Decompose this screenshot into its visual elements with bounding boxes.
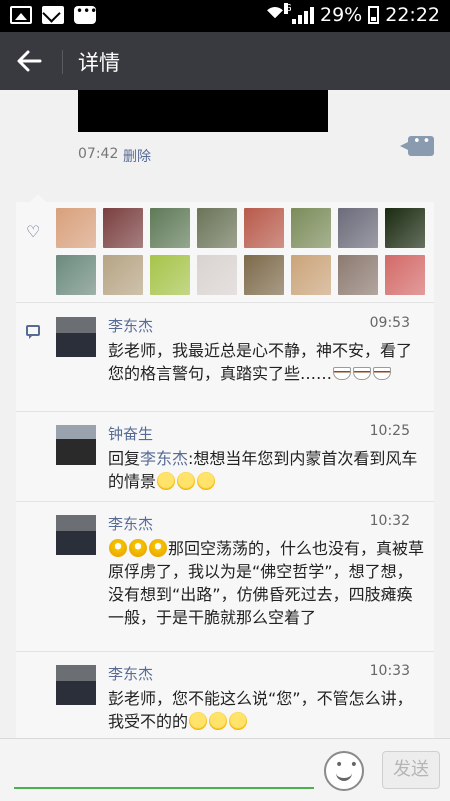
liker-avatar[interactable] [103, 255, 143, 295]
smile-emoji-icon [229, 712, 248, 730]
battery-icon [368, 6, 380, 24]
back-arrow-icon [17, 50, 42, 72]
interaction-panel: ♡ 李东杰 09:53 彭老师，我最近总是心不静，神不安，看了您的格言警句，真踏… [16, 202, 434, 738]
comment-item[interactable]: 李东杰 09:53 彭老师，我最近总是心不静，神不安，看了您的格言警句，真踏实了… [16, 303, 434, 412]
smile-emoji-icon [177, 472, 196, 490]
comment-input[interactable] [14, 749, 314, 787]
liker-avatar[interactable] [56, 255, 96, 295]
network-type-label: G [284, 3, 292, 14]
liker-avatar[interactable] [244, 255, 284, 295]
smile-emoji-icon [189, 712, 208, 730]
liker-avatar[interactable] [197, 255, 237, 295]
comment-time: 10:25 [369, 423, 410, 439]
commenter-name[interactable]: 李东杰 [108, 663, 153, 684]
smile-emoji-icon [209, 712, 228, 730]
comment-input-bar: 发送 [0, 738, 450, 801]
panel-arrow [30, 194, 46, 202]
chat-notification-icon [74, 4, 97, 24]
commenter-name[interactable]: 钟奋生 [108, 423, 153, 444]
post-image[interactable] [78, 90, 328, 132]
comment-item[interactable]: 李东杰 10:33 彭老师，您不能这么说“您”，不管怎么讲，我受不的的 [16, 651, 434, 738]
smile-emoji-icon [197, 472, 216, 490]
emoji-group [108, 539, 168, 558]
liker-avatar[interactable] [103, 208, 143, 248]
emoji-group [188, 712, 248, 731]
commenter-name[interactable]: 李东杰 [108, 315, 153, 336]
moment-detail: 07:42 删除 ♡ 李东杰 09:53 彭老师，我最近总是心不静，神不安，看了… [0, 90, 450, 738]
cup-emoji-icon [373, 367, 392, 380]
liker-avatar[interactable] [291, 208, 331, 248]
heart-icon: ♡ [26, 222, 41, 241]
input-underline [14, 787, 314, 789]
comment-text: 回复李东杰:想想当年您到内蒙首次看到风车的情景 [108, 447, 426, 493]
comment-text: 彭老师，我最近总是心不静，神不安，看了您的格言警句，真踏实了些…… [108, 339, 426, 385]
image-notification-icon [10, 6, 32, 24]
avatar[interactable] [56, 425, 96, 465]
send-button[interactable]: 发送 [382, 751, 440, 789]
battery-percent: 29% [320, 4, 363, 26]
comment-text: 那回空荡荡的，什么也没有，真被草原俘虏了，我以为是“佛空哲学”，想了想，没有想到… [108, 537, 426, 629]
smile-emoji-icon [157, 472, 176, 490]
emoji-group [332, 364, 392, 383]
likes-section: ♡ [16, 202, 434, 303]
comment-time: 10:32 [369, 513, 410, 529]
liker-avatar[interactable] [150, 208, 190, 248]
liker-avatars [56, 208, 425, 295]
emoji-group [156, 472, 216, 491]
page-title: 详情 [78, 51, 120, 75]
status-bar: G 29% 22:22 [0, 0, 450, 32]
liker-avatar[interactable] [338, 255, 378, 295]
comment-icon [26, 325, 40, 339]
cup-emoji-icon [333, 367, 352, 380]
liker-avatar[interactable] [338, 208, 378, 248]
avatar[interactable] [56, 515, 96, 555]
liker-avatar[interactable] [197, 208, 237, 248]
comment-time: 10:33 [369, 663, 410, 679]
reply-prefix: 回复 [108, 449, 141, 468]
title-divider [62, 50, 63, 74]
commenter-name[interactable]: 李东杰 [108, 513, 153, 534]
emoji-button[interactable] [324, 751, 364, 791]
grin-emoji-icon [149, 539, 167, 557]
reply-to-name[interactable]: 李东杰 [140, 449, 188, 468]
comment-body: 彭老师，您不能这么说“您”，不管怎么讲，我受不的的 [108, 689, 413, 731]
grin-emoji-icon [109, 539, 127, 557]
liker-avatar[interactable] [150, 255, 190, 295]
comment-more-button[interactable] [400, 134, 434, 156]
liker-avatar[interactable] [244, 208, 284, 248]
liker-avatar[interactable] [56, 208, 96, 248]
back-button[interactable] [14, 46, 44, 76]
cup-emoji-icon [353, 367, 372, 380]
post-time: 07:42 [78, 146, 119, 162]
wifi-icon [264, 7, 286, 23]
grin-emoji-icon [129, 539, 147, 557]
avatar[interactable] [56, 317, 96, 357]
delete-link[interactable]: 删除 [123, 146, 151, 166]
mail-notification-icon [42, 6, 64, 24]
liker-avatar[interactable] [385, 208, 425, 248]
title-bar: 详情 [0, 32, 450, 90]
comment-item[interactable]: 李东杰 10:32 那回空荡荡的，什么也没有，真被草原俘虏了，我以为是“佛空哲学… [16, 501, 434, 652]
liker-avatar[interactable] [385, 255, 425, 295]
comment-item[interactable]: 钟奋生 10:25 回复李东杰:想想当年您到内蒙首次看到风车的情景 [16, 411, 434, 502]
signal-icon: G [284, 3, 314, 24]
liker-avatar[interactable] [291, 255, 331, 295]
comment-text: 彭老师，您不能这么说“您”，不管怎么讲，我受不的的 [108, 687, 426, 733]
clock: 22:22 [385, 4, 440, 26]
avatar[interactable] [56, 665, 96, 705]
comment-time: 09:53 [369, 315, 410, 331]
